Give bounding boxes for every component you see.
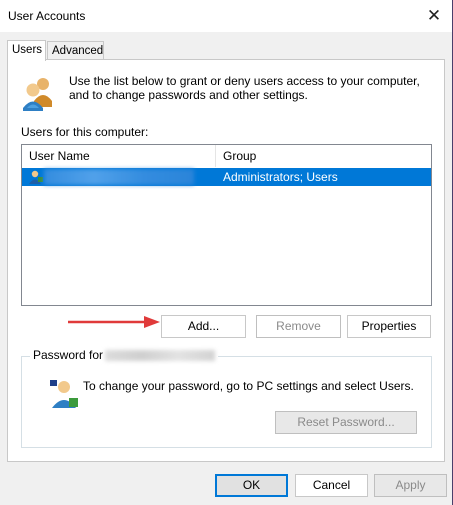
users-icon: [23, 78, 52, 111]
apply-button[interactable]: Apply: [374, 474, 447, 497]
password-group: [21, 356, 432, 448]
close-icon: ✕: [426, 6, 442, 25]
user-icon: [29, 170, 43, 184]
tab-advanced-label: Advanced: [52, 45, 104, 57]
column-header-group[interactable]: Group: [216, 145, 431, 167]
reset-password-button[interactable]: Reset Password...: [275, 411, 417, 434]
redacted-email: [105, 350, 216, 362]
tab-users[interactable]: Users: [7, 40, 46, 61]
users-tab-panel: Use the list below to grant or deny user…: [7, 59, 445, 462]
user-name-cell: [44, 169, 194, 185]
add-button[interactable]: Add...: [161, 315, 246, 338]
tab-advanced[interactable]: Advanced: [47, 41, 104, 59]
password-instruction-text: To change your password, go to PC settin…: [83, 379, 414, 393]
cancel-button[interactable]: Cancel: [295, 474, 368, 497]
intro-text: Use the list below to grant or deny user…: [69, 74, 420, 102]
title-bar: User Accounts ✕: [0, 0, 452, 32]
close-button[interactable]: ✕: [416, 0, 452, 32]
password-for-label: Password for: [33, 348, 104, 362]
dialog-footer: OK Cancel Apply: [0, 462, 452, 505]
user-accounts-dialog: User Accounts ✕ Users Advanced Use the l…: [0, 0, 453, 505]
group-cell: Administrators; Users: [223, 170, 338, 184]
list-header: User Name Group: [22, 145, 431, 167]
users-list-label: Users for this computer:: [21, 125, 149, 139]
properties-button[interactable]: Properties: [347, 315, 431, 338]
password-group-legend: Password for: [30, 348, 219, 362]
red-arrow-icon: [68, 316, 160, 328]
user-key-icon: [50, 380, 78, 408]
window-title: User Accounts: [8, 9, 86, 23]
users-list[interactable]: User Name Group Administrators; Users: [21, 144, 432, 306]
ok-button[interactable]: OK: [215, 474, 288, 497]
remove-button[interactable]: Remove: [256, 315, 341, 338]
table-row[interactable]: Administrators; Users: [22, 168, 431, 186]
tab-users-label: Users: [12, 44, 43, 56]
column-header-user-name[interactable]: User Name: [22, 145, 216, 167]
